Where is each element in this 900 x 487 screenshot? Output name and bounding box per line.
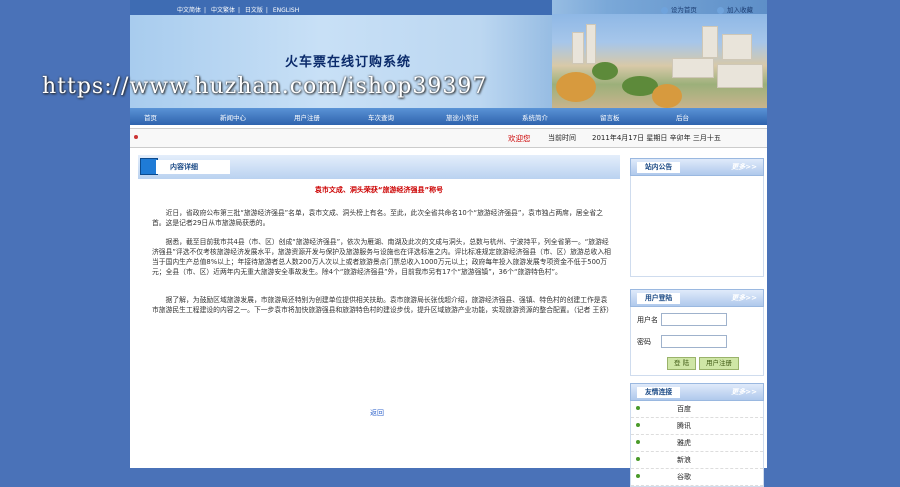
nav-train-search[interactable]: 车次查询	[368, 112, 394, 122]
add-favorite-link[interactable]: 加入收藏	[717, 6, 753, 14]
notice-body	[630, 176, 764, 277]
login-button[interactable]: 登 陆	[667, 357, 697, 370]
article-title: 袁市文成、洞头荣获“旅游经济强县”称号	[314, 186, 444, 194]
links-body: 百度 腾讯 雅虎 新浪 谷歌	[630, 401, 764, 487]
list-item[interactable]: 谷歌	[631, 469, 763, 486]
lang-traditional[interactable]: 中文繁体	[211, 7, 235, 14]
time-label: 当前时间	[548, 134, 576, 142]
username-row: 用户名	[631, 311, 763, 329]
login-body: 用户名 密码 登 陆 用户注册	[630, 307, 764, 376]
username-input[interactable]	[661, 313, 727, 326]
welcome-text: 欢迎您	[508, 134, 531, 143]
info-bar: 欢迎您 当前时间 2011年4月17日 星期日 辛卯年 三月十五	[130, 128, 767, 148]
notice-box: 站内公告 更多>>	[630, 158, 764, 277]
site-title: 火车票在线订购系统	[285, 55, 412, 70]
notice-more-link[interactable]: 更多>>	[731, 162, 757, 172]
register-button[interactable]: 用户注册	[699, 357, 739, 370]
nav-admin[interactable]: 后台	[676, 112, 689, 122]
list-item[interactable]: 雅虎	[631, 435, 763, 452]
content-header: 内容详细	[138, 155, 620, 179]
set-homepage-link[interactable]: 设为首页	[660, 6, 697, 14]
top-links: 设为首页 加入收藏	[643, 4, 753, 14]
bullet-icon	[636, 406, 640, 410]
time-value: 2011年4月17日 星期日 辛卯年 三月十五	[592, 134, 721, 142]
lang-simplified[interactable]: 中文简体	[177, 7, 201, 14]
list-item[interactable]: 腾讯	[631, 418, 763, 435]
nav-register[interactable]: 用户注册	[294, 112, 320, 122]
notice-header: 站内公告 更多>>	[630, 158, 764, 176]
list-item[interactable]: 新浪	[631, 452, 763, 469]
password-label: 密码	[637, 338, 651, 346]
login-more-link[interactable]: 更多>>	[731, 293, 757, 303]
page-frame: 中文简体 | 中文繁体 | 日文版 | ENGLISH 设为首页 加入收藏 火车票在线…	[130, 0, 767, 487]
nav-about[interactable]: 系统简介	[522, 112, 548, 122]
main-nav: 首页 新闻中心 用户注册 车次查询 旅途小常识 系统简介 留言板 后台	[130, 108, 767, 125]
content-panel: 内容详细 袁市文成、洞头荣获“旅游经济强县”称号 近日，省政府公布第三批“旅游经…	[138, 155, 620, 468]
login-box: 用户登陆 更多>> 用户名 密码 登 陆 用户注册	[630, 289, 764, 376]
back-link[interactable]: 返回	[370, 408, 384, 418]
nav-guestbook[interactable]: 留言板	[600, 112, 620, 122]
bullet-icon	[636, 474, 640, 478]
bullet-icon	[134, 135, 138, 139]
login-title: 用户登陆	[637, 293, 681, 304]
article-paragraph: 据悉，截至目前我市共4县（市、区）创成“旅游经济强县”，依次为雁湖、南湖及此次的…	[152, 238, 611, 276]
login-buttons: 登 陆 用户注册	[631, 357, 763, 371]
notice-title: 站内公告	[637, 162, 681, 173]
nav-news[interactable]: 新闻中心	[220, 112, 246, 122]
bullet-icon	[636, 440, 640, 444]
lang-english[interactable]: ENGLISH	[273, 7, 299, 14]
username-label: 用户名	[637, 316, 658, 324]
star-icon	[717, 6, 724, 14]
links-title: 友情连接	[637, 387, 681, 398]
bullet-icon	[636, 423, 640, 427]
nav-travel-tips[interactable]: 旅途小常识	[446, 112, 479, 122]
lang-japanese[interactable]: 日文版	[245, 7, 263, 14]
friend-links-box: 友情连接 更多>> 百度 腾讯 雅虎 新浪 谷歌	[630, 383, 764, 487]
language-links: 中文简体 | 中文繁体 | 日文版 | ENGLISH	[177, 7, 300, 14]
article-paragraph: 近日，省政府公布第三批“旅游经济强县”名单，袁市文成、洞头榜上有名。至此，此次全…	[152, 209, 603, 227]
login-header: 用户登陆 更多>>	[630, 289, 764, 307]
bullet-icon	[636, 457, 640, 461]
home-icon	[660, 6, 668, 14]
links-more-link[interactable]: 更多>>	[731, 387, 757, 397]
password-row: 密码	[631, 333, 763, 351]
password-input[interactable]	[661, 335, 727, 348]
links-header: 友情连接 更多>>	[630, 383, 764, 401]
list-item[interactable]: 百度	[631, 401, 763, 418]
watermark-text: https://www.huzhan.com/ishop39397	[42, 74, 488, 99]
nav-home[interactable]: 首页	[144, 112, 157, 122]
content-tab-label: 内容详细	[156, 160, 230, 174]
city-photo	[552, 14, 767, 108]
article-paragraph: 据了解，为鼓励区域旅游发展，市旅游局还特别为创建单位提供相关扶助。袁市旅游局长张…	[152, 296, 613, 314]
